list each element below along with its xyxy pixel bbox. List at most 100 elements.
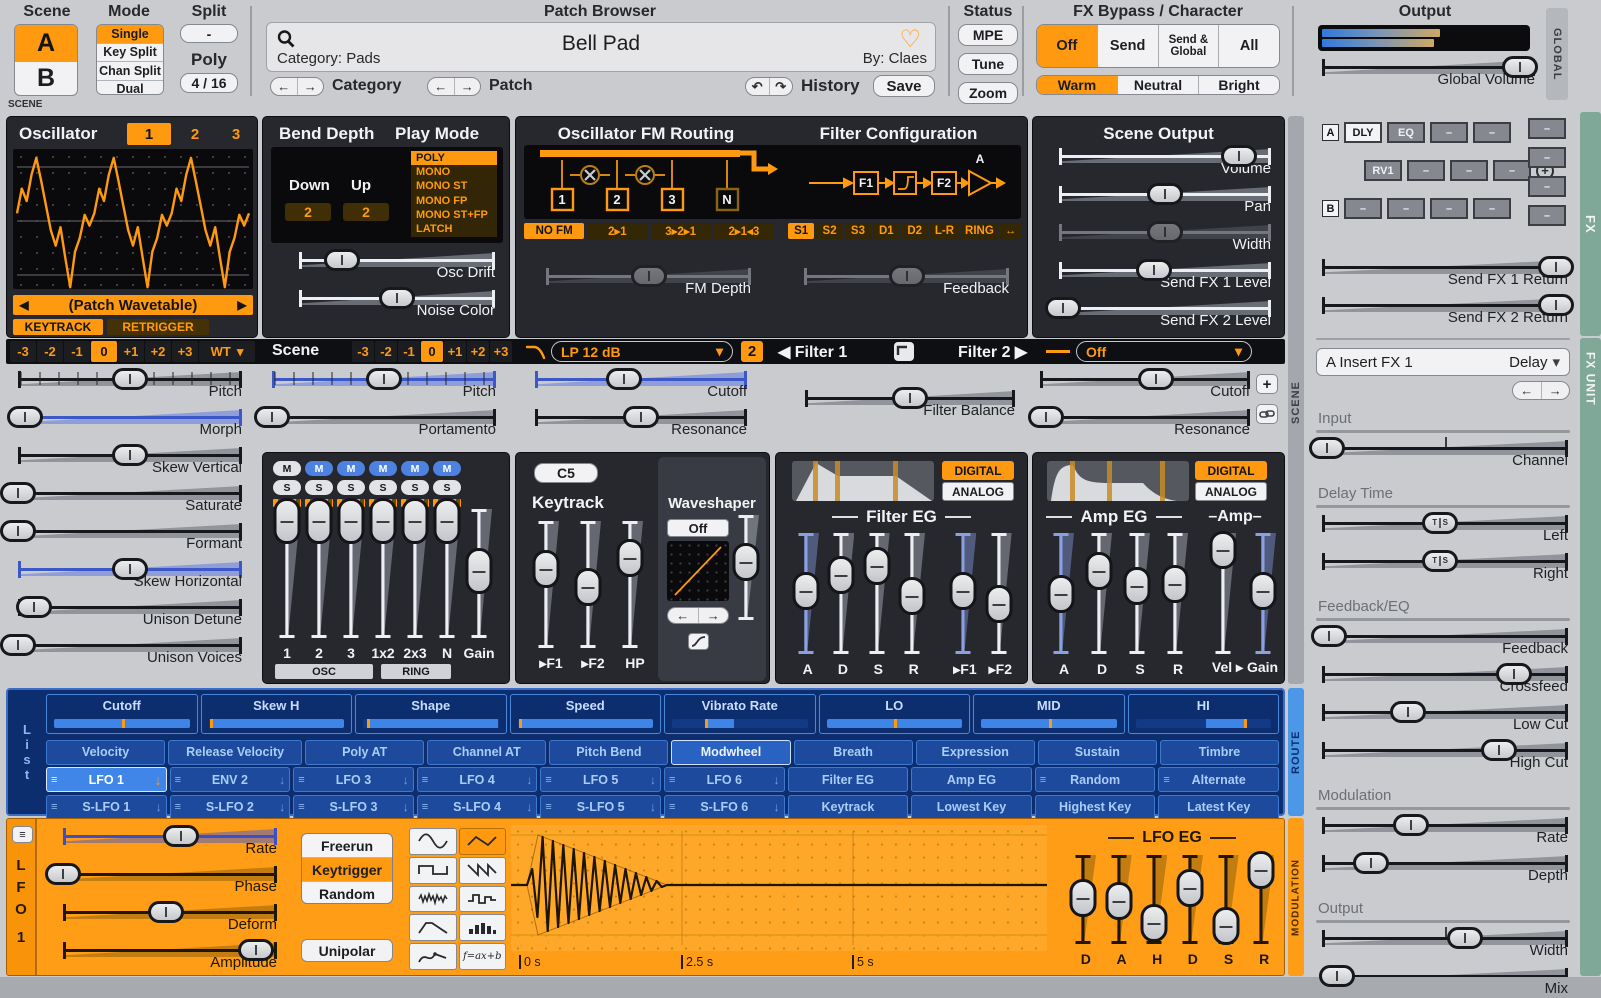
redo-icon[interactable]: ↷ <box>769 78 793 95</box>
deform-slider[interactable]: Deform <box>63 901 277 939</box>
2-1-3-option[interactable]: 2▸1◂3 <box>714 223 774 239</box>
osc-tab-1[interactable]: 1 <box>127 123 171 145</box>
solo-button-1[interactable]: S <box>273 480 301 495</box>
d-vslider[interactable]: D <box>1069 853 1103 967</box>
formant-slider[interactable]: Formant <box>18 520 242 558</box>
zoom-option[interactable]: Zoom <box>958 82 1018 104</box>
r-vslider[interactable]: R <box>898 531 929 677</box>
mute-button-1x2[interactable]: M <box>369 461 397 476</box>
l-r-option[interactable]: L-R <box>930 223 959 239</box>
send-fx-2-level-slider[interactable]: Send FX 2 Level <box>1059 297 1271 335</box>
mod-target-hi[interactable]: HI <box>1128 694 1280 734</box>
mod-source-lfo-5[interactable]: ≡LFO 5↓ <box>540 767 661 792</box>
width-slider[interactable]: Width <box>1322 927 1568 965</box>
fx-slot-x[interactable]: – <box>1344 198 1382 219</box>
3-option[interactable]: +3 <box>172 341 198 362</box>
2-option[interactable]: -2 <box>37 341 63 362</box>
gain-vslider[interactable]: Gain <box>465 507 493 661</box>
mod-source-amp-eg[interactable]: ≡Amp EG↓ <box>911 767 1032 792</box>
d-vslider[interactable]: D <box>1176 853 1210 967</box>
mod-source-lfo-4[interactable]: ≡LFO 4↓ <box>417 767 538 792</box>
fx-slot-x[interactable]: – <box>1407 160 1445 181</box>
mod-target-mid[interactable]: MID <box>973 694 1125 734</box>
category-next-button[interactable]: → <box>297 78 324 95</box>
s1-option[interactable]: S1 <box>788 223 814 239</box>
keytrigger-option[interactable]: Keytrigger <box>302 857 392 881</box>
shape-sample-hold-icon[interactable] <box>459 886 507 913</box>
mod-source-s-lfo-1[interactable]: ≡S-LFO 1↓ <box>46 795 167 820</box>
single-option[interactable]: Single <box>97 25 163 44</box>
mono-st-option[interactable]: MONO ST <box>411 179 497 193</box>
1-option[interactable]: -1 <box>64 341 90 362</box>
0-option[interactable]: 0 <box>421 341 443 362</box>
f1-vslider[interactable]: ▸F1 <box>949 531 980 677</box>
mod-source-latest-key[interactable]: ≡Latest Key↓ <box>1158 795 1279 820</box>
osc-tab-2[interactable]: 2 <box>175 123 215 145</box>
mute-button-3[interactable]: M <box>337 461 365 476</box>
osc-drift-slider[interactable]: Osc Drift <box>299 249 495 287</box>
volume-slider[interactable]: Volume <box>1059 145 1271 183</box>
routing-display[interactable]: 1 2 3 N F1 F2 A <box>524 145 1021 219</box>
high-cut-slider[interactable]: High Cut <box>1322 739 1568 777</box>
fx-slot-x[interactable]: – <box>1528 147 1566 168</box>
mod-source-lfo-1[interactable]: ≡LFO 1↓ <box>46 767 167 792</box>
s-vslider[interactable]: S <box>1212 853 1246 967</box>
x-option[interactable]: ↔ <box>1000 223 1021 239</box>
3-option[interactable]: -3 <box>352 341 374 362</box>
retrigger-toggle[interactable]: RETRIGGER <box>107 319 209 335</box>
feedback-slider[interactable]: Feedback <box>1322 625 1568 663</box>
solo-button-n[interactable]: S <box>433 480 461 495</box>
shape-triangle-icon[interactable] <box>459 828 507 855</box>
depth-slider[interactable]: Depth <box>1322 852 1568 890</box>
feedback-slider[interactable]: Feedback <box>804 265 1009 303</box>
channel-slider[interactable]: Channel <box>1322 437 1568 475</box>
skew-horizontal-slider[interactable]: Skew Horizontal <box>18 558 242 596</box>
portamento-slider[interactable]: Portamento <box>272 406 496 444</box>
fx-slot-x[interactable]: – <box>1430 122 1468 143</box>
mod-source-breath[interactable]: ≡Breath↓ <box>794 740 913 765</box>
mod-source-pitch-bend[interactable]: ≡Pitch Bend↓ <box>549 740 668 765</box>
mod-target-speed[interactable]: Speed <box>510 694 662 734</box>
split-point-button[interactable]: - <box>180 24 238 43</box>
mod-source-lfo-3[interactable]: ≡LFO 3↓ <box>293 767 414 792</box>
patch-prev-button[interactable]: ← <box>428 78 454 95</box>
mod-source-alternate[interactable]: ≡Alternate↓ <box>1158 767 1279 792</box>
h-vslider[interactable]: H <box>1140 853 1174 967</box>
3-option[interactable]: -3 <box>10 341 36 362</box>
poly-count-button[interactable]: 4 / 16 <box>180 73 238 93</box>
crossfeed-slider[interactable]: Crossfeed <box>1322 663 1568 701</box>
unipolar-toggle[interactable]: Unipolar <box>301 939 393 962</box>
solo-button-2[interactable]: S <box>305 480 333 495</box>
add-filter-button[interactable]: + <box>1256 374 1278 394</box>
tab-global[interactable]: GLOBAL <box>1546 8 1568 100</box>
unison-detune-slider[interactable]: Unison Detune <box>18 596 242 634</box>
mod-target-skew-h[interactable]: Skew H <box>201 694 353 734</box>
amp-eg-analog-button[interactable]: ANALOG <box>1195 482 1267 501</box>
d2-option[interactable]: D2 <box>902 223 928 239</box>
fx-slot-eq[interactable]: EQ <box>1387 122 1425 143</box>
pitch-slider[interactable]: Pitch <box>18 368 242 406</box>
mod-source-random[interactable]: ≡Random↓ <box>1035 767 1156 792</box>
solo-button-1x2[interactable]: S <box>369 480 397 495</box>
fx-slot-x[interactable]: – <box>1473 122 1511 143</box>
patch-next-button[interactable]: → <box>454 78 481 95</box>
a-vslider[interactable]: A <box>792 531 823 677</box>
noise-color-slider[interactable]: Noise Color <box>299 287 495 325</box>
poly-option[interactable]: POLY <box>411 151 497 165</box>
mod-target-cutoff[interactable]: Cutoff <box>46 694 198 734</box>
fx-slot-x[interactable]: – <box>1450 160 1488 181</box>
mod-source-env-2[interactable]: ≡ENV 2↓ <box>170 767 291 792</box>
f2-vslider[interactable]: ▸F2 <box>985 531 1016 677</box>
cutoff-slider[interactable]: Cutoff <box>1040 368 1250 406</box>
f2-vslider[interactable]: ▸F2 <box>574 519 612 671</box>
global-volume-slider[interactable]: Global Volume <box>1322 56 1535 94</box>
2x3-vslider[interactable]: 2x3 <box>401 513 429 661</box>
mod-source-poly-at[interactable]: ≡Poly AT↓ <box>305 740 424 765</box>
2-option[interactable]: +2 <box>467 341 489 362</box>
filter1-type-dropdown[interactable]: LP 12 dB▾ <box>551 341 733 362</box>
mod-source-channel-at[interactable]: ≡Channel AT↓ <box>427 740 546 765</box>
waveshaper-prev-button[interactable]: ← <box>668 608 698 623</box>
tab-route[interactable]: ROUTE <box>1288 688 1304 816</box>
phase-slider[interactable]: Phase <box>63 863 277 901</box>
n-vslider[interactable]: N <box>433 513 461 661</box>
